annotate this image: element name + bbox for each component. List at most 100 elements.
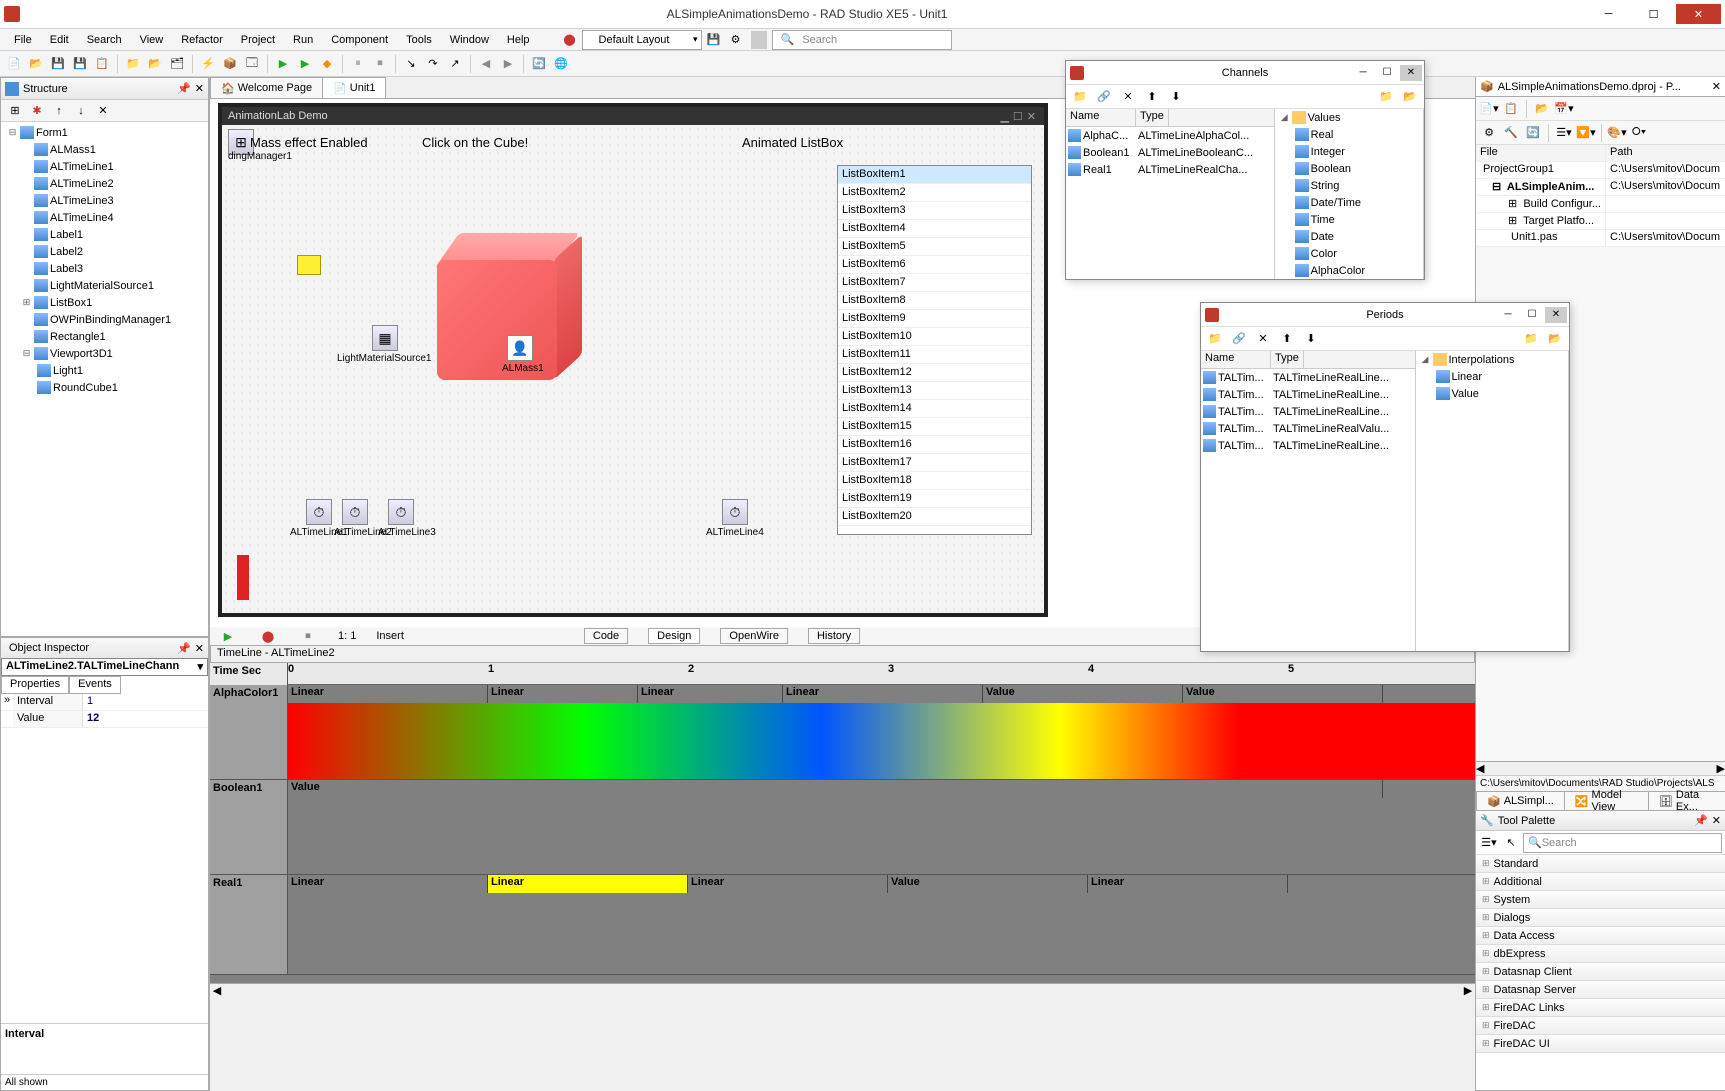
- channels-window[interactable]: Channels ─☐✕ 📁 🔗 ✕ ⬆ ⬇ 📁 📂 NameType Alph…: [1065, 60, 1425, 280]
- menu-project[interactable]: Project: [233, 32, 283, 48]
- up-icon[interactable]: ⬆: [1142, 87, 1162, 107]
- layout-config-icon[interactable]: ⚙: [726, 30, 746, 50]
- scroll-left-icon[interactable]: ◀: [210, 984, 224, 997]
- link-icon[interactable]: 🔗: [1094, 87, 1114, 107]
- proj-folder-icon[interactable]: 📂: [1532, 99, 1552, 119]
- cat1-icon[interactable]: 📁: [1376, 87, 1396, 107]
- tree-node[interactable]: Real: [1275, 126, 1423, 143]
- pin-icon[interactable]: 📌: [177, 82, 191, 95]
- menu-view[interactable]: View: [132, 32, 172, 48]
- list-item[interactable]: ListBoxItem2: [838, 184, 1031, 202]
- step-over-icon[interactable]: ↷: [423, 54, 443, 74]
- menu-search[interactable]: Search: [79, 32, 130, 48]
- palette-group[interactable]: dbExpress: [1476, 945, 1725, 963]
- table-row[interactable]: Boolean1ALTimeLineBooleanC...: [1066, 144, 1274, 161]
- inspector-selector[interactable]: ALTimeLine2.TALTimeLineChann▾: [1, 658, 208, 676]
- col-type[interactable]: Type: [1271, 351, 1304, 368]
- del-icon[interactable]: ✕: [1253, 329, 1273, 349]
- cat1-icon[interactable]: 📁: [1521, 329, 1541, 349]
- menu-window[interactable]: Window: [442, 32, 497, 48]
- palette-group[interactable]: Datasnap Client: [1476, 963, 1725, 981]
- list-item[interactable]: ListBoxItem13: [838, 382, 1031, 400]
- project-tab[interactable]: ALSimpleAnimationsDemo.dproj - P...: [1498, 81, 1681, 93]
- list-item[interactable]: ListBoxItem3: [838, 202, 1031, 220]
- pin-icon[interactable]: 📌: [177, 642, 191, 655]
- almass-comp[interactable]: 👤: [507, 335, 533, 361]
- up-icon[interactable]: ↑: [49, 101, 69, 121]
- down-icon[interactable]: ↓: [71, 101, 91, 121]
- save-icon[interactable]: 💾: [48, 54, 68, 74]
- open-icon[interactable]: 📂: [26, 54, 46, 74]
- tree-node[interactable]: AlphaColor: [1275, 262, 1423, 279]
- tab-code[interactable]: Code: [584, 628, 628, 644]
- stop-icon[interactable]: ⬤: [560, 30, 580, 50]
- menu-edit[interactable]: Edit: [42, 32, 77, 48]
- tab-alsimpl[interactable]: 📦ALSimpl...: [1476, 791, 1565, 810]
- sync-icon[interactable]: 🔄: [1523, 123, 1543, 143]
- animated-listbox[interactable]: ListBoxItem1ListBoxItem2ListBoxItem3List…: [837, 165, 1032, 535]
- close-panel-icon[interactable]: ✕: [195, 82, 204, 95]
- tree-node[interactable]: OWPinBindingManager1: [3, 311, 206, 328]
- table-row[interactable]: ⊞ Build Configur...: [1476, 196, 1725, 213]
- tab-design[interactable]: Design: [648, 628, 700, 644]
- table-row[interactable]: TALTim...TALTimeLineRealLine...: [1201, 437, 1415, 454]
- del-icon[interactable]: ✕: [1118, 87, 1138, 107]
- timeline2-comp[interactable]: ⏱: [342, 499, 368, 525]
- tree-node[interactable]: ALTimeLine3: [3, 192, 206, 209]
- play-icon[interactable]: ▶: [218, 626, 238, 646]
- timeline-editor[interactable]: Time Sec 012345 AlphaColor1LinearLinearL…: [210, 663, 1475, 983]
- tree-node[interactable]: Time: [1275, 211, 1423, 228]
- pause-icon[interactable]: ⏸: [348, 54, 368, 74]
- layout-save-icon[interactable]: 💾: [704, 30, 724, 50]
- list-item[interactable]: ListBoxItem17: [838, 454, 1031, 472]
- col-path[interactable]: Path: [1606, 145, 1725, 161]
- tree-node[interactable]: Label3: [3, 260, 206, 277]
- folders-icon[interactable]: 🗂: [167, 54, 187, 74]
- tab-modelview[interactable]: 🔀Model View: [1564, 791, 1649, 810]
- close-icon[interactable]: ✕: [1712, 814, 1721, 827]
- tab-dataex[interactable]: 🗄Data Ex...: [1648, 791, 1725, 810]
- tree-node[interactable]: ALMass1: [3, 141, 206, 158]
- interp-header[interactable]: Interpolations: [1449, 354, 1515, 366]
- col-name[interactable]: Name: [1201, 351, 1271, 368]
- link-icon[interactable]: 🔗: [1229, 329, 1249, 349]
- tree-node[interactable]: ALTimeLine1: [3, 158, 206, 175]
- rec-icon[interactable]: ⬤: [258, 626, 278, 646]
- list-item[interactable]: ListBoxItem15: [838, 418, 1031, 436]
- folder-new-icon[interactable]: 📁: [123, 54, 143, 74]
- close-icon[interactable]: ✕: [1545, 307, 1567, 323]
- list-icon[interactable]: ☰▾: [1554, 123, 1574, 143]
- file-icon[interactable]: 📋: [92, 54, 112, 74]
- list-item[interactable]: ListBoxItem4: [838, 220, 1031, 238]
- list-item[interactable]: ListBoxItem11: [838, 346, 1031, 364]
- minimize-button[interactable]: ─: [1586, 4, 1631, 24]
- menu-file[interactable]: File: [6, 32, 40, 48]
- table-row[interactable]: Real1ALTimeLineRealCha...: [1066, 161, 1274, 178]
- close-icon[interactable]: ✕: [1712, 80, 1721, 93]
- tab-openwire[interactable]: OpenWire: [720, 628, 788, 644]
- table-row[interactable]: ⊞ Target Platfo...: [1476, 213, 1725, 230]
- palette-cat-icon[interactable]: ☰▾: [1479, 833, 1499, 853]
- scroll-right-icon[interactable]: ▶: [1461, 984, 1475, 997]
- property-grid[interactable]: »Interval1 Value12: [1, 694, 208, 803]
- del-icon[interactable]: ✕: [93, 101, 113, 121]
- close-panel-icon[interactable]: ✕: [195, 642, 204, 655]
- search-input[interactable]: 🔍 Search: [772, 30, 952, 50]
- close-icon[interactable]: ✕: [1400, 65, 1422, 81]
- list-item[interactable]: ListBoxItem20: [838, 508, 1031, 526]
- table-row[interactable]: TALTim...TALTimeLineRealValu...: [1201, 420, 1415, 437]
- list-item[interactable]: ListBoxItem8: [838, 292, 1031, 310]
- list-item[interactable]: ListBoxItem10: [838, 328, 1031, 346]
- proj-new-icon[interactable]: 📄▾: [1479, 99, 1499, 119]
- structure-tree[interactable]: ⊟Form1 ALMass1ALTimeLine1ALTimeLine2ALTi…: [1, 122, 208, 636]
- tree-node[interactable]: Date: [1275, 228, 1423, 245]
- tree-node[interactable]: Integer: [1275, 143, 1423, 160]
- cat2-icon[interactable]: 📂: [1400, 87, 1420, 107]
- folder-open-icon[interactable]: 📂: [145, 54, 165, 74]
- maximize-icon[interactable]: ☐: [1521, 307, 1543, 323]
- new-icon[interactable]: 📄: [4, 54, 24, 74]
- table-row[interactable]: AlphaC...ALTimeLineAlphaCol...: [1066, 127, 1274, 144]
- layout-combo[interactable]: Default Layout: [582, 30, 702, 50]
- circle-icon[interactable]: ⭘▾: [1629, 123, 1649, 143]
- palette-group[interactable]: FireDAC: [1476, 1017, 1725, 1035]
